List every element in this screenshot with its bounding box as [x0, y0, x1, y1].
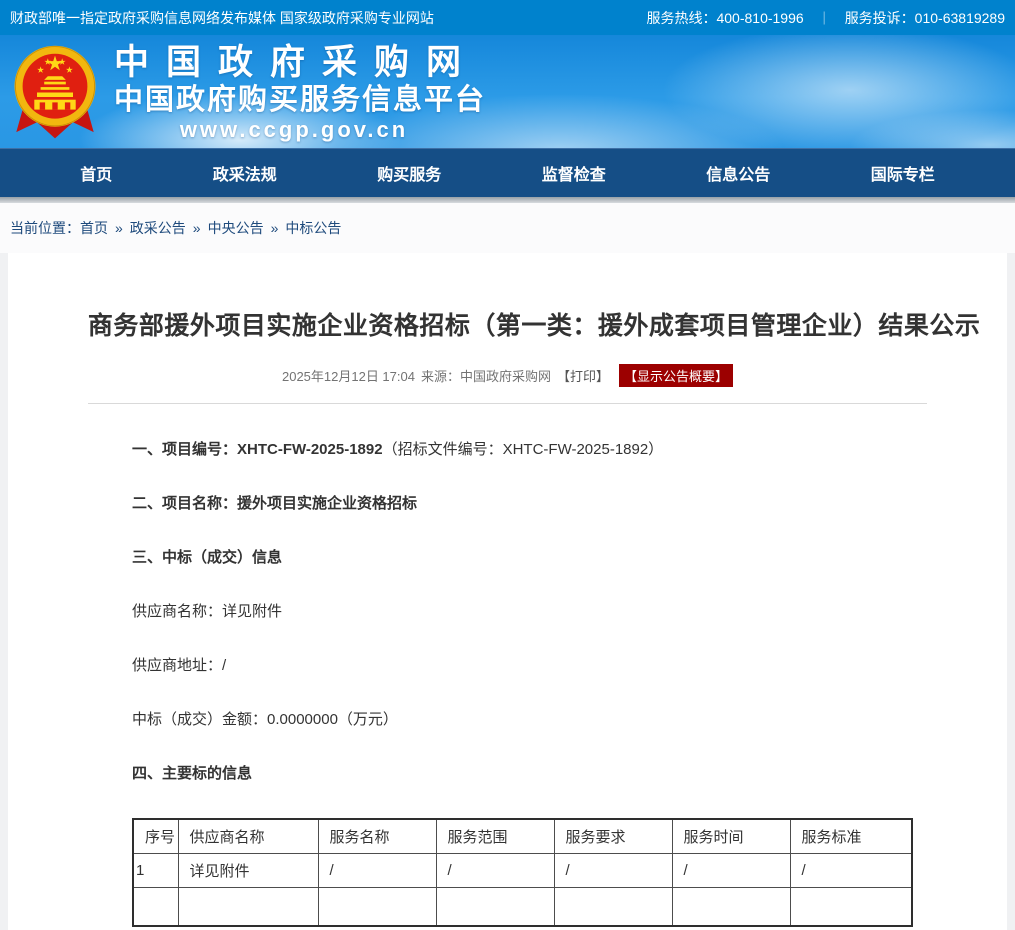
breadcrumb-separator-icon: »	[193, 220, 201, 236]
table-cell: /	[790, 853, 912, 887]
table-header-row: 序号 供应商名称 服务名称 服务范围 服务要求 服务时间 服务标准	[133, 819, 912, 853]
nav-item-home[interactable]: 首页	[80, 161, 112, 185]
content-panel: 商务部援外项目实施企业资格招标（第一类：援外成套项目管理企业）结果公示 2025…	[8, 253, 1007, 930]
nav-item-purchase-services[interactable]: 购买服务	[377, 161, 441, 185]
table-cell: /	[554, 853, 672, 887]
table-cell	[178, 887, 318, 926]
table-cell	[672, 887, 790, 926]
breadcrumb-item-central[interactable]: 中央公告	[208, 218, 264, 238]
table-cell: 详见附件	[178, 853, 318, 887]
breadcrumb-separator-icon: »	[271, 220, 279, 236]
nav-item-international[interactable]: 国际专栏	[871, 161, 935, 185]
paragraph-regular-text: （招标文件编号：XHTC-FW-2025-1892）	[383, 441, 664, 458]
print-button[interactable]: 【打印】	[557, 366, 609, 385]
breadcrumb-item-notices[interactable]: 政采公告	[130, 218, 186, 238]
paragraph-project-name: 二、项目名称：援外项目实施企业资格招标	[132, 494, 1007, 514]
article-meta: 2025年12月12日 17:04 来源：中国政府采购网 【打印】 【显示公告概…	[88, 364, 927, 387]
paragraph-main-subject-heading: 四、主要标的信息	[132, 764, 1007, 784]
breadcrumb-item-award[interactable]: 中标公告	[285, 218, 341, 238]
article-header: 商务部援外项目实施企业资格招标（第一类：援外成套项目管理企业）结果公示 2025…	[88, 253, 927, 404]
table-cell: /	[436, 853, 554, 887]
table-row	[133, 887, 912, 926]
paragraph-award-amount: 中标（成交）金额：0.0000000（万元）	[132, 710, 1007, 730]
paragraph-award-info-heading: 三、中标（成交）信息	[132, 548, 1007, 568]
paragraph-regular-text: 中标（成交）金额：0.0000000（万元）	[132, 711, 398, 728]
paragraph-project-number: 一、项目编号：XHTC-FW-2025-1892（招标文件编号：XHTC-FW-…	[132, 440, 1007, 460]
site-header: 中国政府采购网 中国政府购买服务信息平台 www.ccgp.gov.cn	[0, 35, 1015, 148]
table-header-cell: 服务时间	[672, 819, 790, 853]
article-body: 一、项目编号：XHTC-FW-2025-1892（招标文件编号：XHTC-FW-…	[8, 404, 1007, 927]
paragraph-supplier-name: 供应商名称：详见附件	[132, 602, 1007, 622]
table-header-cell: 服务要求	[554, 819, 672, 853]
national-emblem-icon	[10, 43, 100, 142]
bid-info-table: 序号 供应商名称 服务名称 服务范围 服务要求 服务时间 服务标准 1 详见附件…	[132, 818, 913, 927]
table-cell	[133, 887, 178, 926]
main-nav: 首页 政采法规 购买服务 监督检查 信息公告 国际专栏	[0, 148, 1015, 197]
table-cell: 1	[133, 853, 178, 887]
article-source: 来源：中国政府采购网	[421, 366, 551, 385]
show-summary-button[interactable]: 【显示公告概要】	[619, 364, 733, 387]
table-cell	[554, 887, 672, 926]
breadcrumb-separator-icon: »	[115, 220, 123, 236]
nav-item-supervision[interactable]: 监督检查	[542, 161, 606, 185]
table-cell: /	[672, 853, 790, 887]
topbar-separator: ｜	[818, 8, 831, 27]
site-name: 中国政府采购网	[114, 43, 486, 83]
nav-item-announcements[interactable]: 信息公告	[706, 161, 770, 185]
table-row: 1 详见附件 / / / / /	[133, 853, 912, 887]
breadcrumb-item-home[interactable]: 首页	[80, 218, 108, 238]
paragraph-bold-text: 一、项目编号：XHTC-FW-2025-1892	[132, 441, 383, 458]
nav-item-regulations[interactable]: 政采法规	[213, 161, 277, 185]
service-complaint: 服务投诉：010-63819289	[845, 8, 1005, 28]
paragraph-supplier-address: 供应商地址：/	[132, 656, 1007, 676]
table-header-cell: 服务范围	[436, 819, 554, 853]
table-header-cell: 服务标准	[790, 819, 912, 853]
table-cell	[436, 887, 554, 926]
top-info-bar: 财政部唯一指定政府采购信息网络发布媒体 国家级政府采购专业网站 服务热线：400…	[0, 0, 1015, 35]
site-url: www.ccgp.gov.cn	[114, 117, 474, 143]
paragraph-bold-text: 三、中标（成交）信息	[132, 549, 282, 566]
table-cell	[790, 887, 912, 926]
page-title: 商务部援外项目实施企业资格招标（第一类：援外成套项目管理企业）结果公示	[88, 306, 927, 342]
site-logo[interactable]: 中国政府采购网 中国政府购买服务信息平台 www.ccgp.gov.cn	[10, 43, 486, 143]
table-header-cell: 供应商名称	[178, 819, 318, 853]
publish-datetime: 2025年12月12日 17:04	[282, 366, 415, 385]
breadcrumb: 当前位置： 首页 » 政采公告 » 中央公告 » 中标公告	[0, 203, 1015, 253]
table-header-cell: 服务名称	[318, 819, 436, 853]
table-cell: /	[318, 853, 436, 887]
paragraph-regular-text: 供应商名称：详见附件	[132, 603, 282, 620]
site-slogan: 财政部唯一指定政府采购信息网络发布媒体 国家级政府采购专业网站	[10, 8, 434, 28]
paragraph-bold-text: 二、项目名称：援外项目实施企业资格招标	[132, 495, 417, 512]
paragraph-regular-text: 供应商地址：/	[132, 657, 226, 674]
platform-name: 中国政府购买服务信息平台	[114, 83, 486, 117]
service-hotline: 服务热线：400-810-1996	[646, 8, 803, 28]
breadcrumb-prefix: 当前位置：	[10, 218, 80, 238]
paragraph-bold-text: 四、主要标的信息	[132, 765, 252, 782]
table-header-cell: 序号	[133, 819, 178, 853]
table-cell	[318, 887, 436, 926]
